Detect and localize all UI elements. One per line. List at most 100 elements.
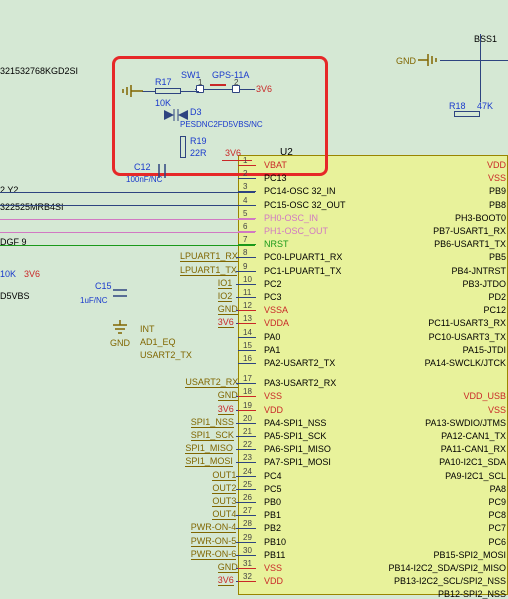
pin-name-right: VDD	[487, 160, 506, 170]
net-label: OUT2	[212, 483, 236, 494]
net-label: LPUART1_TX	[180, 265, 237, 276]
pin-number: 6	[243, 222, 247, 231]
net-usart2tx: USART2_TX	[140, 350, 192, 360]
sw1-type: GPS-11A	[212, 70, 249, 80]
pin-name: PC5	[264, 484, 282, 494]
pin-number: 2	[243, 169, 247, 178]
pin-name-right: PC8	[488, 510, 506, 520]
c15-body	[113, 284, 127, 304]
pin-number: 28	[243, 519, 252, 528]
net-3v6-sw: 3V6	[256, 84, 272, 94]
net-label: OUT4	[212, 509, 236, 520]
pin-name: PC0-LPUART1_RX	[264, 252, 342, 262]
pin-name-right: PB7-USART1_RX	[433, 226, 506, 236]
pin-name: PH0-OSC_IN	[264, 213, 318, 223]
net-label: GND	[218, 304, 238, 315]
wire	[181, 91, 199, 92]
net-label: USART2_RX	[185, 377, 238, 388]
pin-name-right: VSS	[488, 405, 506, 415]
net-label: OUT1	[212, 470, 236, 481]
pin-name: VSS	[264, 563, 282, 573]
wire	[0, 205, 255, 206]
net-ad1eq: AD1_EQ	[140, 337, 176, 347]
pin-name: PB2	[264, 523, 281, 533]
net-int: INT	[140, 324, 155, 334]
pin-number: 32	[243, 572, 252, 581]
net-label: GND	[218, 562, 238, 573]
pin-name-right: PB6-USART1_TX	[434, 239, 506, 249]
pin-name-right: PA12-CAN1_TX	[441, 431, 506, 441]
pin-number: 25	[243, 480, 252, 489]
pin-number: 20	[243, 414, 252, 423]
pin-name-right: PA14-SWCLK/JTCK	[425, 358, 506, 368]
pin-name: VDD	[264, 576, 283, 586]
pin-name-right: PB9	[489, 186, 506, 196]
wire	[0, 219, 255, 220]
pin-name-right: PB14-I2C2_SDA/SPI2_MISO	[388, 563, 506, 573]
pin-name: PA4-SPI1_NSS	[264, 418, 326, 428]
partial-ref-top: 321532768KGD2SI	[0, 66, 78, 76]
r19-ref: R19	[190, 136, 207, 146]
pin-number: 18	[243, 387, 252, 396]
net-label: SPI1_MISO	[185, 443, 233, 454]
gnd-icon	[418, 52, 442, 68]
bss-ref: BSS1	[474, 34, 497, 44]
pin-name: PC15-OSC 32_OUT	[264, 200, 346, 210]
pin-number: 10	[243, 275, 252, 284]
pin-name-right: PA10-I2C1_SDA	[439, 457, 506, 467]
pin-name: PC1-LPUART1_TX	[264, 266, 341, 276]
net-label: SPI1_NSS	[191, 417, 234, 428]
c15-ref: C15	[95, 281, 112, 291]
net-3v6-left: 3V6	[24, 269, 40, 279]
pin-number: 3	[243, 182, 247, 191]
pin-number: 17	[243, 374, 252, 383]
pin-name-right: PC7	[488, 523, 506, 533]
r19-body	[180, 136, 186, 158]
pin-name: PC2	[264, 279, 282, 289]
pin-number: 27	[243, 506, 252, 515]
pin-name: NRST	[264, 239, 289, 249]
pin-name: PB1	[264, 510, 281, 520]
d5vbs-ref: D5VBS	[0, 291, 30, 301]
net-label: PWR-ON-4	[191, 522, 237, 533]
pin-name: PB10	[264, 537, 286, 547]
r-left-val: 10K	[0, 269, 16, 279]
pin-name: VSSA	[264, 305, 288, 315]
pin-name: PC3	[264, 292, 282, 302]
pin-name-right: PC10-USART3_TX	[429, 332, 506, 342]
pin-name: PA6-SPI1_MISO	[264, 444, 331, 454]
pin-number: 29	[243, 533, 252, 542]
r17-body	[155, 88, 181, 94]
gnd-icon	[119, 83, 143, 99]
pin-name-right: PH3-BOOT0	[455, 213, 506, 223]
pin-name: PA5-SPI1_SCK	[264, 431, 326, 441]
pin-name-right: PB5	[489, 252, 506, 262]
r17-val: 10K	[155, 98, 171, 108]
pin-number: 5	[243, 209, 247, 218]
wire	[222, 160, 252, 161]
net-label: PWR-ON-5	[191, 536, 237, 547]
pin-name: PA1	[264, 345, 280, 355]
pin-name-right: PC9	[488, 497, 506, 507]
pin-name: VDDA	[264, 318, 289, 328]
net-3v6-vbat: 3V6	[225, 148, 241, 158]
pin-number: 26	[243, 493, 252, 502]
sw1-actuator	[210, 84, 226, 86]
pin-number: 22	[243, 440, 252, 449]
pin-name: VSS	[264, 391, 282, 401]
pin-number: 4	[243, 196, 247, 205]
pin-number: 1	[243, 156, 247, 165]
net-label: IO1	[218, 278, 233, 289]
pin-number: 7	[243, 235, 247, 244]
pin-number: 16	[243, 354, 252, 363]
net-label: 3V6	[218, 404, 234, 415]
pin-name: PH1-OSC_OUT	[264, 226, 328, 236]
pin-number: 14	[243, 328, 252, 337]
c12-ref: C12	[134, 162, 151, 172]
pin-name-right: PC11-USART3_RX	[428, 318, 506, 328]
pin-name-right: PA8	[490, 484, 506, 494]
wire	[243, 89, 255, 90]
y2-ref: 2 Y2	[0, 185, 18, 195]
pin-number: 31	[243, 559, 252, 568]
pin-name-right: PB13-I2C2_SCL/SPI2_NSS	[394, 576, 506, 586]
